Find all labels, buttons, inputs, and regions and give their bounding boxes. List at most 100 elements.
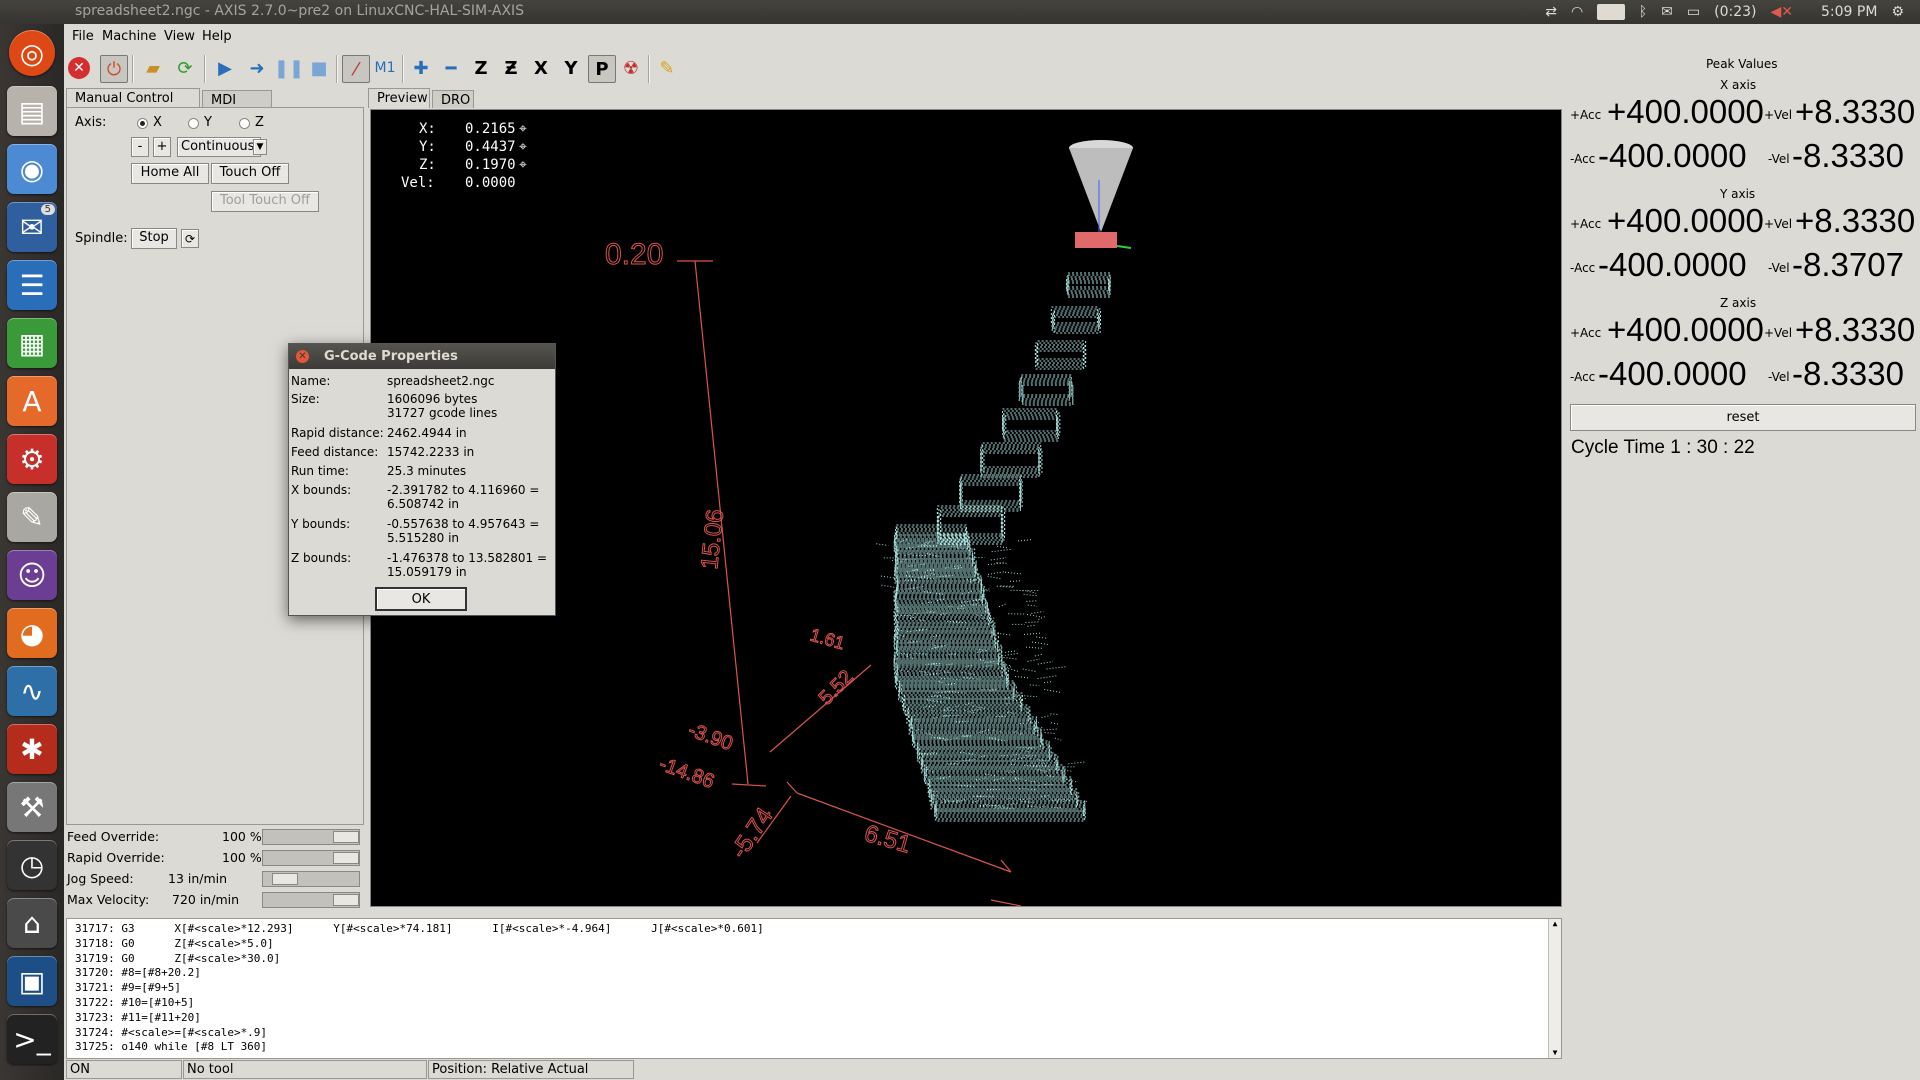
pause-icon[interactable]: ❚❚ [274,55,304,81]
open-file-icon[interactable]: ▰ [140,55,166,81]
pidgin-icon[interactable]: ☺ [7,550,57,600]
tab-manual-control[interactable]: Manual Control [F3] [66,88,200,121]
step-icon[interactable]: ➜ [244,55,270,81]
slider-knob[interactable] [333,831,359,843]
view-x-icon[interactable]: X [528,55,554,81]
tool-touch-off-button[interactable]: Tool Touch Off [211,191,319,212]
tab-dro[interactable]: DRO [432,90,474,108]
toolpath-segment [1001,652,1019,657]
rapid-override-slider[interactable] [262,850,360,866]
toolpath-segment [987,575,1002,580]
axis-z-radio[interactable] [239,118,250,129]
gcode-line[interactable]: 31717: G3 X[#<scale>*12.293] Y[#<scale>*… [75,922,764,935]
jog-speed-slider[interactable] [262,871,360,887]
firefox-icon[interactable]: ◕ [7,608,57,658]
power-icon[interactable]: ⏻ [100,55,128,83]
gcode-line[interactable]: 31718: G0 Z[#<scale>*5.0] [75,937,274,950]
mail-icon[interactable]: ✉ [1661,4,1673,20]
home-all-button[interactable]: Home All [131,163,209,184]
writer-icon[interactable]: ☰ [7,260,57,310]
jog-plus-button[interactable]: + [153,137,171,157]
network-icon[interactable]: ⇄ [1545,4,1557,20]
terminal-icon[interactable]: >_ [7,1014,57,1064]
gcode-line[interactable]: 31725: o140 while [#8 LT 360] [75,1040,267,1053]
run-icon[interactable]: ▶ [212,55,238,81]
toolpath-segment [991,548,1012,553]
axis-app-icon[interactable]: ⌂ [7,898,57,948]
wifi-icon[interactable]: ◠ [1571,4,1583,20]
slider-knob[interactable] [333,894,359,906]
thunderbird-icon[interactable]: ✉ 5 [7,202,57,252]
gcode-line[interactable]: 31721: #9=[#9+5] [75,981,181,994]
slider-knob[interactable] [272,873,298,885]
acc-plus-label: +Acc [1570,326,1602,340]
reload-icon[interactable]: ⟳ [172,55,198,81]
toolpath-segment [1026,613,1043,618]
config-tool-icon[interactable]: ✱ [7,724,57,774]
scroll-up-icon[interactable]: ▲ [1550,919,1560,929]
zoom-in-icon[interactable]: ✚ [408,55,434,81]
view-p-icon[interactable]: P [588,55,616,83]
max-velocity-slider[interactable] [262,892,360,908]
estop-icon[interactable]: ✕ [68,57,90,79]
jog-mode-select[interactable]: Continuous [177,137,261,157]
peak-axis-name: Y axis [1720,187,1756,201]
jog-minus-button[interactable]: - [131,137,149,157]
gcode-line[interactable]: 31719: G0 Z[#<scale>*30.0] [75,952,280,965]
ubuntu-dash-icon[interactable]: ◎ [9,30,55,76]
property-key: Size: [291,392,320,406]
view-z2-icon[interactable]: Ƶ [498,55,524,81]
bluetooth-icon[interactable]: ᛒ [1639,4,1647,20]
battery-time[interactable]: (0:23) [1714,4,1756,20]
dim-y-span: 5.52 [815,666,858,709]
ok-button[interactable]: OK [375,587,467,611]
utilities-icon[interactable]: ✎ [7,492,57,542]
scroll-down-icon[interactable]: ▼ [1550,1048,1560,1058]
files-icon[interactable]: ▤ [7,86,57,136]
clock-app-icon[interactable]: ◷ [7,840,57,890]
tab-preview[interactable]: Preview [368,88,430,108]
stop-icon[interactable]: ■ [306,55,332,81]
gcode-line[interactable]: 31724: #<scale>=[#<scale>*.9] [75,1026,267,1039]
system-settings-icon[interactable]: ⚙ [7,434,57,484]
tab-mdi[interactable]: MDI [F5] [202,90,272,123]
cnc-tool-icon[interactable]: ⚒ [7,782,57,832]
spindle-rotate-icon[interactable]: ⟳ [181,229,199,248]
menu-view[interactable]: View [164,29,195,44]
touch-off-button[interactable]: Touch Off [211,163,289,184]
spindle-stop-button[interactable]: Stop [131,228,177,249]
chevron-down-icon[interactable]: ▼ [253,139,267,155]
optional-stop-icon[interactable]: M1 [372,55,398,81]
close-icon[interactable]: ✕ [296,350,309,363]
zoom-out-icon[interactable]: ━ [438,55,464,81]
remote-desktop-icon[interactable]: ▣ [7,956,57,1006]
feed-override-slider[interactable] [262,829,360,845]
slider-knob[interactable] [333,852,359,864]
system-monitor-icon[interactable]: ∿ [7,666,57,716]
menu-machine[interactable]: Machine [102,29,156,44]
rotate-view-icon[interactable]: ☢ [618,55,644,81]
view-y-icon[interactable]: Y [558,55,584,81]
axis-y-radio[interactable] [188,118,199,129]
gcode-line[interactable]: 31720: #8=[#8+20.2] [75,966,201,979]
reset-button[interactable]: reset [1570,404,1916,431]
scrollbar[interactable]: ▲ ▼ [1548,919,1561,1058]
gcode-text-view[interactable]: 31717: G3 X[#<scale>*12.293] Y[#<scale>*… [66,918,1562,1059]
toolpath-segment [1037,661,1054,665]
gcode-line[interactable]: 31722: #10=[#10+5] [75,996,194,1009]
clear-plot-icon[interactable]: ✎ [654,55,680,81]
menu-help[interactable]: Help [202,29,232,44]
menu-file[interactable]: File [72,29,94,44]
calc-icon[interactable]: ▦ [7,318,57,368]
gear-icon[interactable]: ⚙ [1891,4,1904,20]
chromium-icon[interactable]: ◉ [7,144,57,194]
keyboard-indicator[interactable]: En [1597,4,1625,20]
gcode-line[interactable]: 31723: #11=[#11+20] [75,1011,201,1024]
view-z-icon[interactable]: Z [468,55,494,81]
volume-muted-icon[interactable]: ◀✕ [1771,4,1794,20]
axis-x-radio[interactable] [137,118,148,129]
block-delete-icon[interactable]: ⁄ [342,55,370,83]
clock[interactable]: 5:09 PM [1821,4,1877,20]
software-center-icon[interactable]: A [7,376,57,426]
battery-icon[interactable]: ▭ [1687,4,1700,20]
